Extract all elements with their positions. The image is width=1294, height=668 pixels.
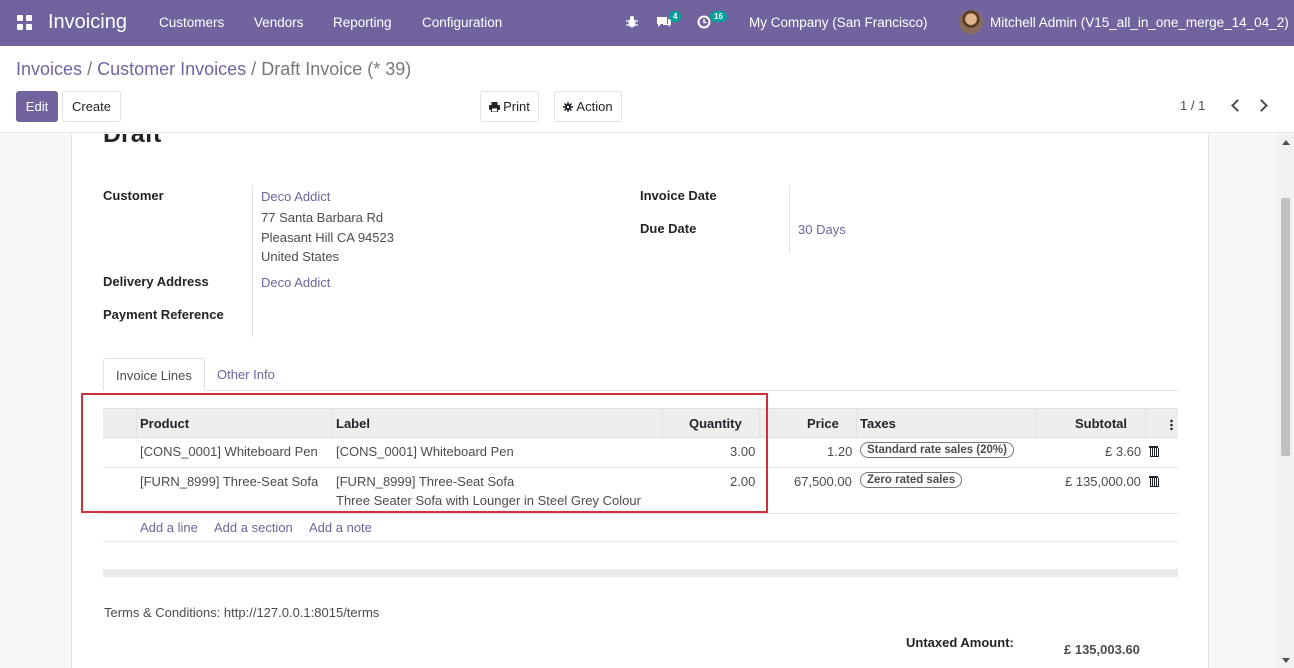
column-product[interactable]: Product xyxy=(140,416,189,431)
activities-clock-icon[interactable]: 16 xyxy=(697,11,727,32)
delivery-address-label: Delivery Address xyxy=(103,274,209,289)
table-row[interactable]: [CONS_0001] Whiteboard Pen [CONS_0001] W… xyxy=(103,438,1178,468)
field-divider xyxy=(789,185,790,253)
breadcrumb-invoices[interactable]: Invoices xyxy=(16,59,82,79)
row-subtotal: £ 3.60 xyxy=(1105,444,1142,459)
action-button-label: Action xyxy=(576,99,613,114)
gear-icon xyxy=(563,101,574,112)
company-switcher[interactable]: My Company (San Francisco) xyxy=(749,15,928,30)
menu-reporting[interactable]: Reporting xyxy=(333,15,392,30)
invoice-date-label: Invoice Date xyxy=(640,188,717,203)
column-quantity[interactable]: Quantity xyxy=(689,416,742,431)
create-button-label: Create xyxy=(71,99,112,114)
tax-badge: Zero rated sales xyxy=(860,472,963,488)
notebook-tabs: Invoice Lines Other Info xyxy=(103,358,1178,391)
tab-other-info[interactable]: Other Info xyxy=(205,358,287,391)
form-view-area: Draft Customer Deco Addict 77 Santa Barb… xyxy=(0,134,1294,668)
action-button[interactable]: Action xyxy=(554,91,622,122)
delete-trash-icon[interactable] xyxy=(1149,476,1159,487)
column-divider xyxy=(332,409,333,437)
untaxed-amount-label: Untaxed Amount: xyxy=(906,635,1014,650)
pager-next-icon[interactable] xyxy=(1256,97,1270,113)
column-divider xyxy=(1145,409,1146,437)
activities-count-badge: 16 xyxy=(710,11,727,22)
column-taxes[interactable]: Taxes xyxy=(860,416,896,431)
pager-value[interactable]: 1 / 1 xyxy=(1180,98,1205,113)
row-subtotal: £ 135,000.00 xyxy=(1065,474,1141,489)
column-label[interactable]: Label xyxy=(336,416,370,431)
breadcrumb-customer-invoices[interactable]: Customer Invoices xyxy=(97,59,246,79)
row-price: 1.20 xyxy=(827,444,853,459)
delete-trash-icon[interactable] xyxy=(1149,446,1159,457)
column-price[interactable]: Price xyxy=(807,416,839,431)
create-button[interactable]: Create xyxy=(62,91,121,122)
customer-label: Customer xyxy=(103,188,164,203)
row-quantity: 3.00 xyxy=(730,444,756,459)
row-label: [CONS_0001] Whiteboard Pen xyxy=(336,444,514,459)
breadcrumb-current: Draft Invoice (* 39) xyxy=(261,59,412,79)
column-divider xyxy=(662,409,663,437)
menu-vendors[interactable]: Vendors xyxy=(254,15,304,30)
column-subtotal[interactable]: Subtotal xyxy=(1075,416,1127,431)
menu-customers[interactable]: Customers xyxy=(159,15,224,30)
optional-columns-icon[interactable] xyxy=(1170,419,1173,430)
user-avatar[interactable] xyxy=(959,10,983,34)
scroll-down-arrow-icon[interactable] xyxy=(1282,658,1290,663)
row-label: [FURN_8999] Three-Seat Sofa xyxy=(336,474,515,489)
app-title[interactable]: Invoicing xyxy=(48,11,127,34)
tax-badge: Standard rate sales (20%) xyxy=(860,442,1014,458)
table-row[interactable]: [FURN_8999] Three-Seat Sofa [FURN_8999] … xyxy=(103,468,1178,514)
edit-button-label: Edit xyxy=(25,99,49,114)
top-navbar: Invoicing Customers Vendors Reporting Co… xyxy=(0,0,1294,46)
debug-bug-icon[interactable] xyxy=(625,15,639,32)
scroll-thumb[interactable] xyxy=(1281,198,1290,456)
row-product: [CONS_0001] Whiteboard Pen xyxy=(140,444,318,459)
customer-address-city: Pleasant Hill CA 94523 xyxy=(261,230,394,245)
delivery-address-link[interactable]: Deco Addict xyxy=(261,275,330,290)
apps-menu-icon[interactable] xyxy=(17,15,33,31)
customer-address-street: 77 Santa Barbara Rd xyxy=(261,210,384,225)
add-note-link[interactable]: Add a note xyxy=(309,520,372,535)
column-divider xyxy=(136,409,137,437)
row-quantity: 2.00 xyxy=(730,474,756,489)
column-divider xyxy=(1035,409,1036,437)
section-divider xyxy=(103,569,1178,577)
row-label-description: Three Seater Sofa with Lounger in Steel … xyxy=(336,493,641,508)
form-sheet: Draft Customer Deco Addict 77 Santa Barb… xyxy=(71,134,1209,668)
messages-icon[interactable]: 4 xyxy=(656,11,682,32)
add-section-link[interactable]: Add a section xyxy=(214,520,293,535)
user-menu[interactable]: Mitchell Admin (V15_all_in_one_merge_14_… xyxy=(990,15,1289,30)
breadcrumb: Invoices / Customer Invoices / Draft Inv… xyxy=(16,59,411,80)
row-product: [FURN_8999] Three-Seat Sofa xyxy=(140,474,319,489)
scroll-up-arrow-icon[interactable] xyxy=(1282,140,1290,145)
pager-previous-icon[interactable] xyxy=(1228,97,1242,113)
invoice-lines-header: Product Label Quantity Price Taxes Subto… xyxy=(103,408,1178,438)
invoice-state-title: Draft xyxy=(103,134,162,148)
column-divider xyxy=(856,409,857,437)
field-divider xyxy=(252,185,253,337)
print-button[interactable]: Print xyxy=(480,91,539,122)
menu-configuration[interactable]: Configuration xyxy=(422,15,502,30)
untaxed-amount-value: £ 135,003.60 xyxy=(1064,642,1140,657)
add-line-link[interactable]: Add a line xyxy=(140,520,198,535)
customer-address-country: United States xyxy=(261,249,340,264)
printer-icon xyxy=(489,101,501,112)
messages-count-badge: 4 xyxy=(669,11,682,22)
column-divider xyxy=(759,409,760,437)
customer-link[interactable]: Deco Addict xyxy=(261,189,330,204)
edit-button[interactable]: Edit xyxy=(16,91,58,122)
payment-reference-label: Payment Reference xyxy=(103,307,224,322)
print-button-label: Print xyxy=(503,99,530,114)
control-panel: Invoices / Customer Invoices / Draft Inv… xyxy=(0,46,1294,133)
tab-invoice-lines[interactable]: Invoice Lines xyxy=(103,358,205,391)
payment-terms-field[interactable]: 30 Days xyxy=(798,222,846,237)
breadcrumb-separator: / xyxy=(251,59,257,79)
row-price: 67,500.00 xyxy=(794,474,852,489)
terms-and-conditions: Terms & Conditions: http://127.0.0.1:801… xyxy=(104,605,380,620)
vertical-scrollbar[interactable] xyxy=(1277,134,1294,668)
breadcrumb-separator: / xyxy=(87,59,93,79)
due-date-label: Due Date xyxy=(640,221,697,236)
